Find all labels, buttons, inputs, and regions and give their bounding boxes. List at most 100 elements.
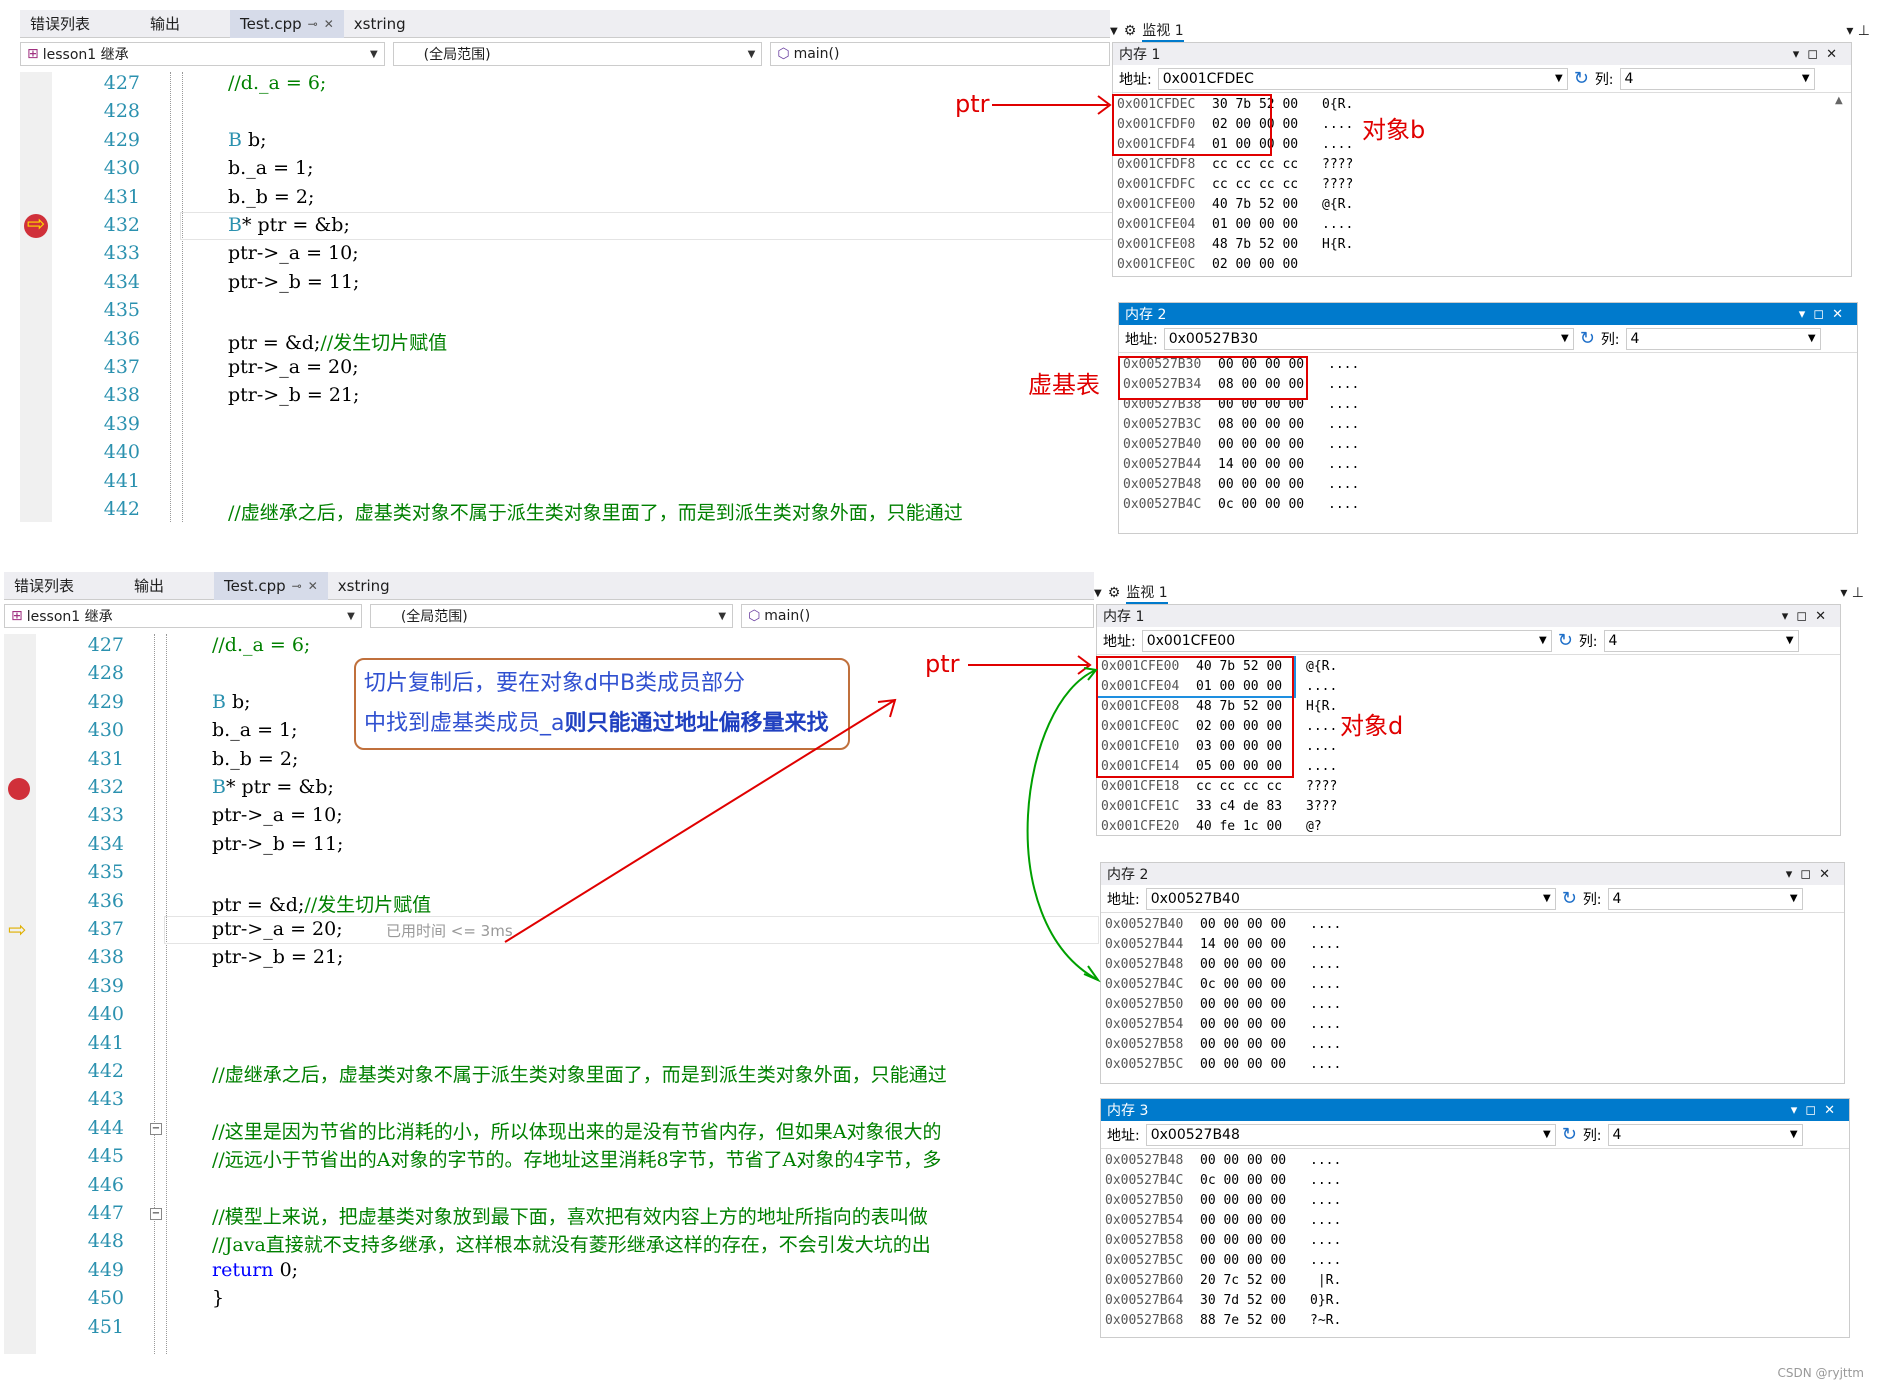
project-dropdown[interactable]: ⊞ lesson1 继承 ▼	[4, 604, 362, 628]
refresh-icon[interactable]: ↻	[1562, 888, 1577, 909]
function-dropdown[interactable]: ⬡ main()	[741, 604, 1094, 628]
memory-row[interactable]: 0x00527B4C 0c 00 00 00....	[1105, 1171, 1845, 1191]
code-line[interactable]: ptr->_a = 10;	[228, 242, 359, 264]
code-line[interactable]: B b;	[228, 129, 267, 151]
code-line[interactable]: ptr = &d;//发生切片赋值	[228, 328, 447, 355]
memory-row[interactable]: 0x001CFE00 40 7b 52 00 @{R.	[1117, 195, 1847, 215]
fold-toggle-icon[interactable]: −	[150, 1122, 162, 1135]
code-line[interactable]: return 0;	[212, 1259, 298, 1281]
memory-row[interactable]: 0x001CFE1C 33 c4 de 83 3???	[1101, 797, 1836, 817]
code-line[interactable]: ptr->_b = 11;	[212, 833, 343, 855]
tab-output[interactable]: 输出	[140, 10, 190, 38]
code-line[interactable]: //模型上来说，把虚基类对象放到最下面，喜欢把有效内容上方的地址所指向的表叫做	[212, 1202, 928, 1229]
watch-tab[interactable]: 监视 1	[1126, 582, 1168, 604]
tab-test-cpp[interactable]: Test.cpp ⊸ ✕	[230, 9, 344, 38]
memory-rows[interactable]: 0x00527B40 00 00 00 00.... 0x00527B44 14 00…	[1101, 913, 1844, 1077]
code-line[interactable]: ptr->_b = 21;	[212, 946, 343, 968]
memory-row[interactable]: 0x00527B5C 00 00 00 00....	[1105, 1055, 1840, 1075]
tab-test-cpp[interactable]: Test.cpp ⊸ ✕	[214, 571, 328, 600]
memory-rows[interactable]: 0x00527B48 00 00 00 00.... 0x00527B4C 0c 00…	[1101, 1149, 1849, 1333]
code-line[interactable]: b._a = 1;	[212, 719, 298, 741]
breakpoint-gutter[interactable]	[4, 634, 36, 1354]
pin-icon[interactable]: ▾ ⊥	[1846, 23, 1870, 39]
pin-icon[interactable]: ⊸	[292, 579, 302, 593]
breakpoint-gutter[interactable]	[20, 72, 52, 522]
code-line[interactable]: b._b = 2;	[228, 186, 314, 208]
address-input[interactable]: 0x00527B48 ▼	[1145, 1123, 1556, 1146]
refresh-icon[interactable]: ↻	[1562, 1124, 1577, 1145]
window-controls[interactable]: ▾◻✕	[1782, 609, 1834, 624]
refresh-icon[interactable]: ↻	[1574, 68, 1589, 89]
gear-icon[interactable]: ⚙	[1124, 23, 1137, 39]
breakpoint-icon[interactable]	[8, 778, 30, 800]
tab-error-list[interactable]: 错误列表	[20, 10, 100, 38]
memory-row[interactable]: 0x00527B64 30 7d 52 00 0}R.	[1105, 1291, 1845, 1311]
refresh-icon[interactable]: ↻	[1580, 328, 1595, 349]
code-line[interactable]: b._b = 2;	[212, 748, 298, 770]
column-select[interactable]: 4 ▼	[1625, 327, 1821, 350]
dropdown-icon[interactable]: ▼	[1110, 26, 1118, 37]
scope-dropdown[interactable]: (全局范围) ▼	[369, 604, 734, 628]
code-line[interactable]: //虚继承之后，虚基类对象不属于派生类对象里面了，而是到派生类对象外面，只能通过	[212, 1060, 947, 1087]
memory-row[interactable]: 0x00527B40 00 00 00 00....	[1123, 435, 1853, 455]
close-icon[interactable]: ✕	[324, 17, 334, 31]
gear-icon[interactable]: ⚙	[1108, 585, 1121, 601]
code-line[interactable]: B b;	[212, 691, 251, 713]
address-input[interactable]: 0x001CFE00 ▼	[1141, 629, 1552, 652]
code-line[interactable]: //虚继承之后，虚基类对象不属于派生类对象里面了，而是到派生类对象外面，只能通过	[228, 498, 963, 522]
address-input[interactable]: 0x00527B40 ▼	[1145, 887, 1556, 910]
memory-row[interactable]: 0x001CFE08 48 7b 52 00 H{R.	[1117, 235, 1847, 255]
code-line[interactable]: ptr->_b = 11;	[228, 271, 359, 293]
address-input[interactable]: 0x001CFDEC ▼	[1157, 67, 1568, 90]
tab-xstring[interactable]: xstring	[344, 10, 416, 38]
code-line[interactable]: //Java直接就不支持多继承，这样根本就没有菱形继承这样的存在，不会引发大坑的…	[212, 1230, 931, 1257]
scope-dropdown[interactable]: (全局范围) ▼	[392, 42, 763, 66]
column-select[interactable]: 4 ▼	[1607, 1123, 1803, 1146]
memory-row[interactable]: 0x001CFE18 cc cc cc cc????	[1101, 777, 1836, 797]
memory-row[interactable]: 0x00527B58 00 00 00 00....	[1105, 1231, 1845, 1251]
code-line[interactable]: //d._a = 6;	[212, 634, 310, 656]
code-line[interactable]: ptr->_a = 20;	[228, 356, 359, 378]
memory-row[interactable]: 0x00527B58 00 00 00 00....	[1105, 1035, 1840, 1055]
refresh-icon[interactable]: ↻	[1558, 630, 1573, 651]
code-line[interactable]: ptr = &d;//发生切片赋值	[212, 890, 431, 917]
memory-row[interactable]: 0x001CFDFC cc cc cc cc????	[1117, 175, 1847, 195]
memory-row[interactable]: 0x001CFDF8 cc cc cc cc????	[1117, 155, 1847, 175]
memory-row[interactable]: 0x00527B50 00 00 00 00....	[1105, 1191, 1845, 1211]
code-line[interactable]: b._a = 1;	[228, 157, 314, 179]
column-select[interactable]: 4 ▼	[1607, 887, 1803, 910]
window-controls[interactable]: ▾◻✕	[1793, 47, 1845, 62]
memory-row[interactable]: 0x001CFE20 40 fe 1c 00 @?	[1101, 817, 1836, 837]
close-icon[interactable]: ✕	[308, 579, 318, 593]
code-line[interactable]: //远远小于节省出的A对象的字节的。存地址这里消耗8字节，节省了A对象的4字节，…	[212, 1145, 941, 1172]
tab-xstring[interactable]: xstring	[328, 572, 400, 600]
code-line[interactable]: //d._a = 6;	[228, 72, 326, 94]
memory-row[interactable]: 0x00527B48 00 00 00 00....	[1105, 1151, 1845, 1171]
fold-toggle-icon[interactable]: −	[150, 1208, 162, 1220]
memory-row[interactable]: 0x00527B48 00 00 00 00....	[1105, 955, 1840, 975]
code-line[interactable]: ptr->_a = 10;	[212, 804, 343, 826]
memory-row[interactable]: 0x00527B44 14 00 00 00....	[1123, 455, 1853, 475]
column-select[interactable]: 4 ▼	[1603, 629, 1799, 652]
function-dropdown[interactable]: ⬡ main()	[770, 42, 1110, 66]
pin-icon[interactable]: ▾ ⊥	[1840, 585, 1864, 601]
memory-row[interactable]: 0x00527B48 00 00 00 00....	[1123, 475, 1853, 495]
project-dropdown[interactable]: ⊞ lesson1 继承 ▼	[20, 42, 385, 66]
tab-output[interactable]: 输出	[124, 572, 174, 600]
pin-icon[interactable]: ⊸	[308, 17, 318, 31]
scrollbar[interactable]: ▲	[1835, 95, 1849, 276]
column-select[interactable]: 4 ▼	[1619, 67, 1815, 90]
memory-row[interactable]: 0x00527B44 14 00 00 00....	[1105, 935, 1840, 955]
memory-row[interactable]: 0x00527B3C 08 00 00 00....	[1123, 415, 1853, 435]
window-controls[interactable]: ▾◻✕	[1786, 867, 1838, 882]
window-controls[interactable]: ▾◻✕	[1799, 307, 1851, 322]
code-line[interactable]: }	[212, 1287, 224, 1309]
memory-row[interactable]: 0x00527B54 00 00 00 00....	[1105, 1211, 1845, 1231]
memory-row[interactable]: 0x00527B40 00 00 00 00....	[1105, 915, 1840, 935]
watch-tab[interactable]: 监视 1	[1142, 20, 1184, 42]
memory-row[interactable]: 0x00527B50 00 00 00 00....	[1105, 995, 1840, 1015]
memory-row[interactable]: 0x001CFE04 01 00 00 00....	[1117, 215, 1847, 235]
dropdown-icon[interactable]: ▼	[1094, 588, 1102, 599]
memory-row[interactable]: 0x00527B4C 0c 00 00 00....	[1105, 975, 1840, 995]
memory-row[interactable]: 0x00527B5C 00 00 00 00....	[1105, 1251, 1845, 1271]
